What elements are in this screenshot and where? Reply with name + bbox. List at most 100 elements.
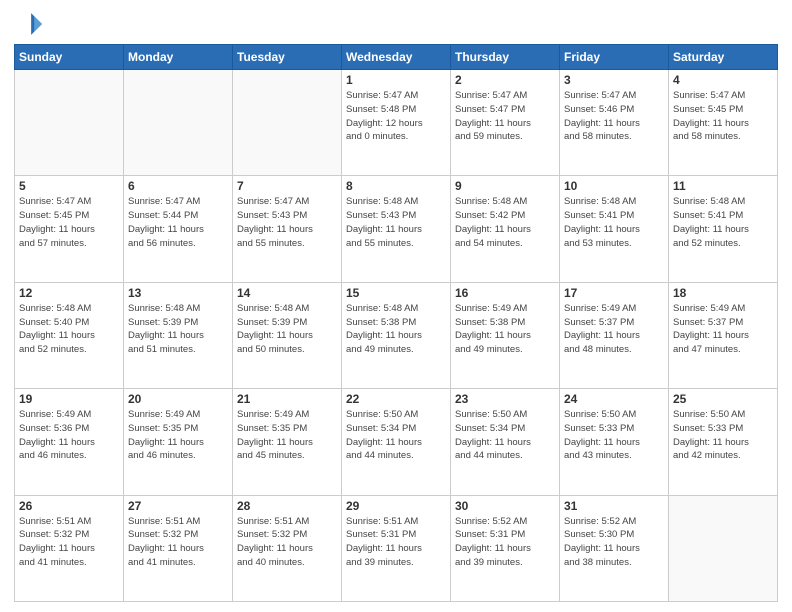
week-row-1: 5Sunrise: 5:47 AMSunset: 5:45 PMDaylight… (15, 176, 778, 282)
day-info: Sunrise: 5:51 AMSunset: 5:32 PMDaylight:… (128, 515, 228, 570)
day-info: Sunrise: 5:48 AMSunset: 5:39 PMDaylight:… (237, 302, 337, 357)
day-cell: 19Sunrise: 5:49 AMSunset: 5:36 PMDayligh… (15, 389, 124, 495)
day-cell: 14 Sunrise: 5:48 AMSunset: 5:39 PMDayligh… (233, 282, 342, 388)
day-info: Sunrise: 5:50 AMSunset: 5:34 PMDaylight:… (455, 408, 555, 463)
header-cell-sunday: Sunday (15, 45, 124, 70)
day-cell (124, 70, 233, 176)
day-cell: 17Sunrise: 5:49 AMSunset: 5:37 PMDayligh… (560, 282, 669, 388)
day-cell: 7 Sunrise: 5:47 AMSunset: 5:43 PMDaylight… (233, 176, 342, 282)
header-cell-monday: Monday (124, 45, 233, 70)
header (14, 10, 778, 38)
day-number: 21 (237, 392, 337, 406)
day-number: 10 (564, 179, 664, 193)
day-info: Sunrise: 5:48 AMSunset: 5:40 PMDaylight:… (19, 302, 119, 357)
day-cell: 5Sunrise: 5:47 AMSunset: 5:45 PMDaylight… (15, 176, 124, 282)
week-row-4: 26Sunrise: 5:51 AMSunset: 5:32 PMDayligh… (15, 495, 778, 601)
day-number: 25 (673, 392, 773, 406)
day-cell: 8 Sunrise: 5:48 AMSunset: 5:43 PMDaylight… (342, 176, 451, 282)
logo-icon (14, 10, 42, 38)
day-cell: 4 Sunrise: 5:47 AMSunset: 5:45 PMDaylight… (669, 70, 778, 176)
day-number: 24 (564, 392, 664, 406)
day-info: Sunrise: 5:48 AMSunset: 5:41 PMDaylight:… (564, 195, 664, 250)
logo (14, 10, 46, 38)
day-info: Sunrise: 5:48 AMSunset: 5:38 PMDaylight:… (346, 302, 446, 357)
day-info: Sunrise: 5:47 AMSunset: 5:44 PMDaylight:… (128, 195, 228, 250)
day-info: Sunrise: 5:52 AMSunset: 5:30 PMDaylight:… (564, 515, 664, 570)
day-cell (233, 70, 342, 176)
header-cell-friday: Friday (560, 45, 669, 70)
day-info: Sunrise: 5:47 AMSunset: 5:45 PMDaylight:… (673, 89, 773, 144)
day-cell: 3 Sunrise: 5:47 AMSunset: 5:46 PMDaylight… (560, 70, 669, 176)
day-cell: 13Sunrise: 5:48 AMSunset: 5:39 PMDayligh… (124, 282, 233, 388)
day-cell: 22 Sunrise: 5:50 AMSunset: 5:34 PMDayligh… (342, 389, 451, 495)
day-info: Sunrise: 5:49 AMSunset: 5:36 PMDaylight:… (19, 408, 119, 463)
page-container: SundayMondayTuesdayWednesdayThursdayFrid… (0, 0, 792, 612)
day-number: 11 (673, 179, 773, 193)
day-cell: 2 Sunrise: 5:47 AMSunset: 5:47 PMDaylight… (451, 70, 560, 176)
day-info: Sunrise: 5:47 AMSunset: 5:43 PMDaylight:… (237, 195, 337, 250)
day-cell: 30Sunrise: 5:52 AMSunset: 5:31 PMDayligh… (451, 495, 560, 601)
day-cell: 29 Sunrise: 5:51 AMSunset: 5:31 PMDayligh… (342, 495, 451, 601)
day-cell (669, 495, 778, 601)
header-cell-wednesday: Wednesday (342, 45, 451, 70)
day-number: 29 (346, 499, 446, 513)
day-cell: 26Sunrise: 5:51 AMSunset: 5:32 PMDayligh… (15, 495, 124, 601)
day-cell: 27 Sunrise: 5:51 AMSunset: 5:32 PMDayligh… (124, 495, 233, 601)
day-number: 4 (673, 73, 773, 87)
day-info: Sunrise: 5:51 AMSunset: 5:32 PMDaylight:… (19, 515, 119, 570)
day-number: 18 (673, 286, 773, 300)
day-info: Sunrise: 5:49 AMSunset: 5:35 PMDaylight:… (128, 408, 228, 463)
day-info: Sunrise: 5:47 AMSunset: 5:48 PMDaylight:… (346, 89, 446, 144)
day-info: Sunrise: 5:48 AMSunset: 5:42 PMDaylight:… (455, 195, 555, 250)
day-info: Sunrise: 5:47 AMSunset: 5:46 PMDaylight:… (564, 89, 664, 144)
day-info: Sunrise: 5:50 AMSunset: 5:33 PMDaylight:… (673, 408, 773, 463)
day-number: 2 (455, 73, 555, 87)
day-info: Sunrise: 5:50 AMSunset: 5:34 PMDaylight:… (346, 408, 446, 463)
day-cell (15, 70, 124, 176)
day-info: Sunrise: 5:50 AMSunset: 5:33 PMDaylight:… (564, 408, 664, 463)
header-row: SundayMondayTuesdayWednesdayThursdayFrid… (15, 45, 778, 70)
calendar-table: SundayMondayTuesdayWednesdayThursdayFrid… (14, 44, 778, 602)
header-cell-tuesday: Tuesday (233, 45, 342, 70)
day-number: 16 (455, 286, 555, 300)
day-number: 9 (455, 179, 555, 193)
calendar-header: SundayMondayTuesdayWednesdayThursdayFrid… (15, 45, 778, 70)
day-cell: 20 Sunrise: 5:49 AMSunset: 5:35 PMDayligh… (124, 389, 233, 495)
day-number: 5 (19, 179, 119, 193)
day-number: 6 (128, 179, 228, 193)
day-number: 14 (237, 286, 337, 300)
day-number: 12 (19, 286, 119, 300)
day-number: 7 (237, 179, 337, 193)
day-number: 23 (455, 392, 555, 406)
day-cell: 21 Sunrise: 5:49 AMSunset: 5:35 PMDayligh… (233, 389, 342, 495)
day-number: 8 (346, 179, 446, 193)
day-number: 28 (237, 499, 337, 513)
day-info: Sunrise: 5:47 AMSunset: 5:47 PMDaylight:… (455, 89, 555, 144)
day-number: 31 (564, 499, 664, 513)
day-info: Sunrise: 5:51 AMSunset: 5:31 PMDaylight:… (346, 515, 446, 570)
day-number: 3 (564, 73, 664, 87)
day-number: 13 (128, 286, 228, 300)
day-number: 27 (128, 499, 228, 513)
day-cell: 23 Sunrise: 5:50 AMSunset: 5:34 PMDayligh… (451, 389, 560, 495)
day-number: 22 (346, 392, 446, 406)
week-row-0: 1 Sunrise: 5:47 AMSunset: 5:48 PMDaylight… (15, 70, 778, 176)
day-number: 15 (346, 286, 446, 300)
day-number: 1 (346, 73, 446, 87)
day-info: Sunrise: 5:49 AMSunset: 5:37 PMDaylight:… (673, 302, 773, 357)
day-cell: 15 Sunrise: 5:48 AMSunset: 5:38 PMDayligh… (342, 282, 451, 388)
day-cell: 9 Sunrise: 5:48 AMSunset: 5:42 PMDaylight… (451, 176, 560, 282)
day-number: 30 (455, 499, 555, 513)
day-cell: 31 Sunrise: 5:52 AMSunset: 5:30 PMDayligh… (560, 495, 669, 601)
day-number: 20 (128, 392, 228, 406)
day-cell: 28Sunrise: 5:51 AMSunset: 5:32 PMDayligh… (233, 495, 342, 601)
day-cell: 11Sunrise: 5:48 AMSunset: 5:41 PMDayligh… (669, 176, 778, 282)
day-cell: 1 Sunrise: 5:47 AMSunset: 5:48 PMDaylight… (342, 70, 451, 176)
day-cell: 16Sunrise: 5:49 AMSunset: 5:38 PMDayligh… (451, 282, 560, 388)
week-row-3: 19Sunrise: 5:49 AMSunset: 5:36 PMDayligh… (15, 389, 778, 495)
day-cell: 25 Sunrise: 5:50 AMSunset: 5:33 PMDayligh… (669, 389, 778, 495)
day-number: 17 (564, 286, 664, 300)
day-cell: 10 Sunrise: 5:48 AMSunset: 5:41 PMDayligh… (560, 176, 669, 282)
day-info: Sunrise: 5:49 AMSunset: 5:35 PMDaylight:… (237, 408, 337, 463)
day-info: Sunrise: 5:48 AMSunset: 5:43 PMDaylight:… (346, 195, 446, 250)
